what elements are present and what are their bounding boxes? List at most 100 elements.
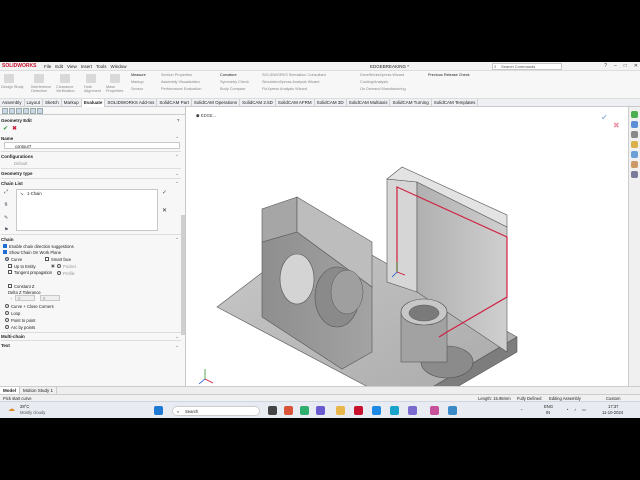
clearance-icon[interactable]: [60, 74, 70, 83]
ribbon-simulation-consultant[interactable]: SOLIDWORKS Simulation Consultant: [262, 73, 326, 77]
tab-model[interactable]: Model: [0, 387, 20, 394]
solidcam-tab-icon[interactable]: [37, 108, 43, 114]
lang-label[interactable]: ENG: [544, 404, 553, 409]
profile-radio[interactable]: [57, 271, 61, 275]
ribbon-hole-alignment[interactable]: Hole Alignment: [84, 85, 104, 93]
ribbon-costing[interactable]: Costing/Analysis: [360, 80, 388, 84]
smart-face-checkbox[interactable]: [45, 257, 49, 261]
minimize-button[interactable]: –: [614, 63, 617, 69]
menu-insert[interactable]: Insert: [81, 64, 92, 69]
ribbon-interference[interactable]: Interference Detection: [31, 85, 55, 93]
tab-evaluate[interactable]: Evaluate: [81, 99, 106, 107]
search-commands-input[interactable]: ⌕ Search Commands: [492, 63, 562, 70]
side-hole[interactable]: [279, 253, 315, 305]
close-button[interactable]: ✕: [634, 63, 638, 69]
interference-icon[interactable]: [34, 74, 44, 83]
task-view-icon[interactable]: [268, 406, 277, 415]
ribbon-markup[interactable]: Markup: [131, 80, 144, 84]
ribbon-sensor[interactable]: Sensor: [131, 87, 143, 91]
ribbon-body-compare[interactable]: Body Compare: [220, 87, 245, 91]
home-icon[interactable]: [631, 111, 638, 118]
solidworks-taskbar-icon[interactable]: [354, 406, 363, 415]
tangent-propagation-checkbox[interactable]: [8, 270, 12, 274]
ribbon-assembly-visualization[interactable]: Assembly Visualization: [161, 80, 200, 84]
tab-sketch[interactable]: Sketch: [43, 99, 62, 107]
boss-face[interactable]: [330, 269, 364, 315]
ribbon-measure[interactable]: Measure: [131, 73, 146, 77]
outlook-icon[interactable]: [390, 406, 399, 415]
tab-solidcam-templates[interactable]: SolidCAM Templates: [432, 99, 479, 107]
help-icon[interactable]: ?: [177, 118, 179, 123]
tab-solidworks-add-ins[interactable]: SOLIDWORKS Add-Ins: [105, 99, 158, 107]
ribbon-design-study[interactable]: Design Study: [1, 85, 24, 89]
tab-assembly[interactable]: Assembly: [0, 99, 25, 107]
chevron-up-icon[interactable]: ⌃: [175, 237, 179, 243]
appearances-icon[interactable]: [631, 161, 638, 168]
chevron-up-icon[interactable]: ⌃: [175, 154, 179, 160]
arc-by-points-radio[interactable]: [5, 325, 9, 329]
edit-chain-icon[interactable]: ✎: [4, 215, 8, 221]
tab-solidcam-part[interactable]: SolidCAM Part: [157, 99, 192, 107]
configuration-tab-icon[interactable]: [16, 108, 22, 114]
dimxpert-tab-icon[interactable]: [23, 108, 29, 114]
tab-solidcam-3d[interactable]: SolidCAM 3D: [315, 99, 347, 107]
clock-date[interactable]: 11-10-2024: [602, 410, 623, 415]
chevron-down-icon[interactable]: ⌄: [175, 343, 179, 349]
chain-options-icon[interactable]: ⚑: [4, 227, 8, 233]
chevron-down-icon[interactable]: ⌄: [175, 171, 179, 177]
configuration-value[interactable]: Default: [14, 161, 27, 166]
name-field[interactable]: contour7: [4, 142, 180, 149]
feature-tree-tab-icon[interactable]: [2, 108, 8, 114]
ribbon-previous-release-check[interactable]: Previous Release Check: [428, 73, 470, 77]
constant-z-checkbox[interactable]: [8, 284, 12, 288]
file-explorer-icon[interactable]: [631, 141, 638, 148]
clock-time[interactable]: 17:37: [608, 404, 618, 409]
ribbon-symmetry-check[interactable]: Symmetry Check: [220, 80, 249, 84]
wifi-icon[interactable]: ◔: [566, 407, 569, 412]
tab-solidcam-multiaxis[interactable]: SolidCAM Multiaxis: [347, 99, 391, 107]
menu-edit[interactable]: Edit: [55, 64, 63, 69]
design-library-icon[interactable]: [631, 131, 638, 138]
weather-desc[interactable]: Mostly cloudy: [20, 410, 45, 415]
menu-view[interactable]: View: [67, 64, 77, 69]
chain-list-box[interactable]: ↘ 1-Chain: [16, 189, 158, 231]
enable-suggestions-checkbox[interactable]: [3, 244, 7, 248]
ribbon-clearance[interactable]: Clearance Verification: [56, 85, 82, 93]
remove-chain-icon[interactable]: ✕: [162, 207, 167, 214]
ribbon-section-properties[interactable]: Section Properties: [161, 73, 192, 77]
app-icon-1[interactable]: [408, 406, 417, 415]
file-explorer-icon[interactable]: [336, 406, 345, 415]
show-chain-checkbox[interactable]: [3, 250, 7, 254]
back-wall-left[interactable]: [386, 178, 418, 293]
taskbar-search-box[interactable]: ⌕ Search: [172, 406, 260, 416]
display-tab-icon[interactable]: [30, 108, 36, 114]
edge-icon[interactable]: [372, 406, 381, 415]
chrome-icon[interactable]: [284, 406, 293, 415]
pocket-radio[interactable]: [57, 264, 61, 268]
ribbon-mass-properties[interactable]: Mass Properties: [106, 85, 128, 93]
graphics-viewport[interactable]: ⬢ EDGE... ✔ ✖: [187, 107, 627, 391]
design-study-icon[interactable]: [4, 74, 14, 83]
weather-icon[interactable]: ☁: [8, 405, 15, 413]
entity-picker-icon[interactable]: ▣: [51, 263, 55, 268]
menu-window[interactable]: Window: [111, 64, 127, 69]
curve-radio[interactable]: [5, 257, 9, 261]
up-to-entity-checkbox[interactable]: [8, 264, 12, 268]
ribbon-driveworksxpress[interactable]: DriveWorksXpress Wizard: [360, 73, 404, 77]
tube-bore[interactable]: [408, 304, 440, 322]
hole-alignment-icon[interactable]: [86, 74, 96, 83]
tab-motion-study[interactable]: Motion Study 1: [20, 387, 58, 394]
custom-properties-icon[interactable]: [631, 171, 638, 178]
app-icon-2[interactable]: [430, 406, 439, 415]
cancel-x-icon[interactable]: ✖: [12, 125, 17, 132]
chevron-up-icon[interactable]: ⌃: [175, 181, 179, 187]
tab-solidcam-afrm[interactable]: SolidCAM AFRM: [276, 99, 315, 107]
accept-chain-icon[interactable]: ✓: [162, 189, 167, 196]
mass-properties-icon[interactable]: [110, 74, 120, 83]
ribbon-simulationxpress[interactable]: SimulationXpress Analysis Wizard: [262, 80, 319, 84]
excel-icon[interactable]: [300, 406, 309, 415]
tab-layout[interactable]: Layout: [25, 99, 44, 107]
chain-list-item[interactable]: 1-Chain: [27, 191, 42, 196]
panel-scrollbar[interactable]: [181, 215, 185, 335]
weather-temp[interactable]: 28°C: [20, 404, 29, 409]
